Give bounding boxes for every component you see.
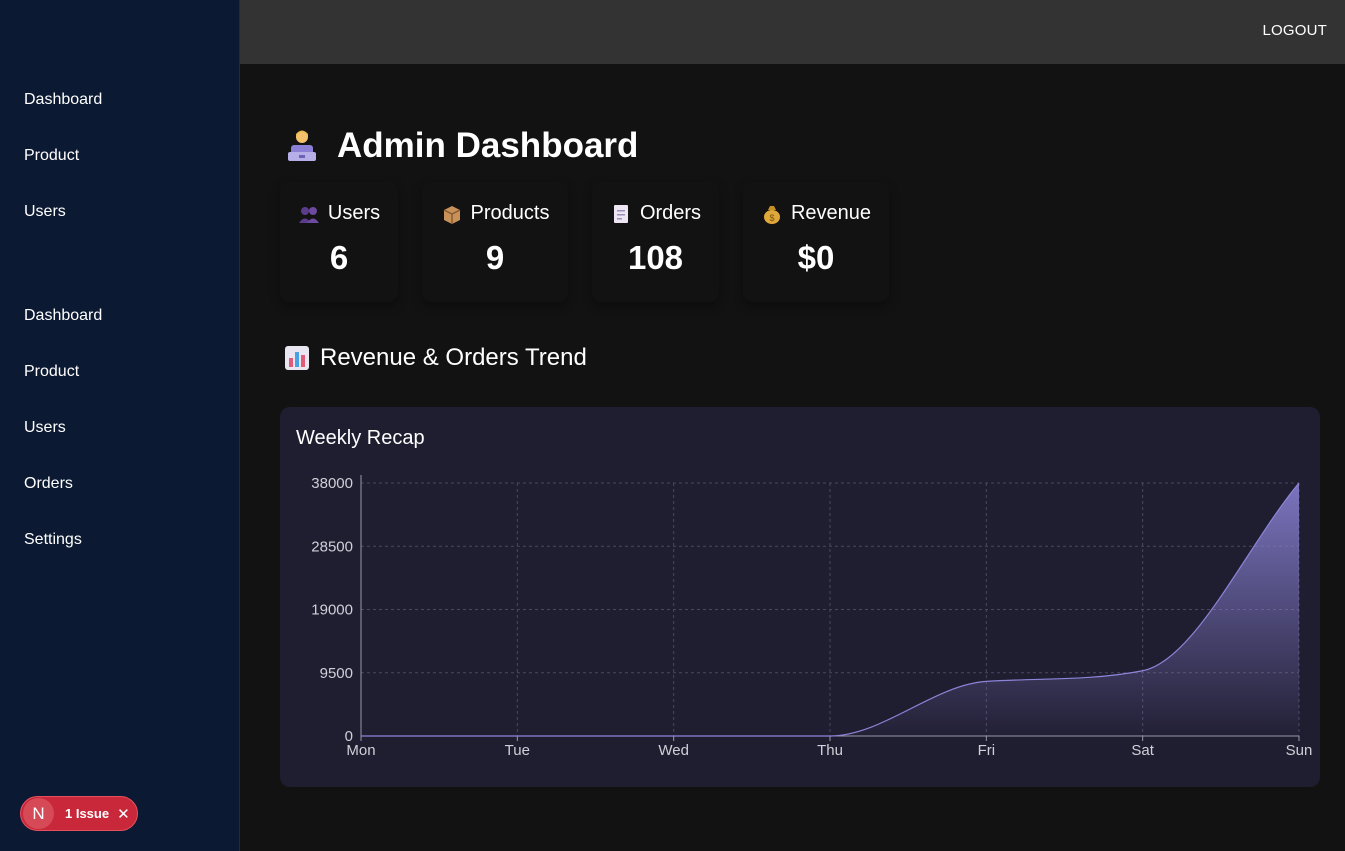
sidebar-item-users[interactable]: Users xyxy=(0,190,239,220)
stat-orders-value: 108 xyxy=(627,239,684,276)
stat-users-value: 6 xyxy=(329,239,349,276)
trend-title-text: Revenue & Orders Trend xyxy=(320,344,587,371)
y-tick-label: 19000 xyxy=(311,602,353,619)
sidebar-item-product[interactable]: Product xyxy=(0,350,239,406)
stat-users-label: Users xyxy=(327,202,381,224)
sidebar-nav-top: Dashboard Product Users xyxy=(0,78,239,220)
x-tick-label: Sat xyxy=(1131,742,1154,759)
trend-section-title: Revenue & Orders Trend xyxy=(284,344,587,372)
y-tick-label: 28500 xyxy=(311,538,353,555)
stat-card-users: Users 6 xyxy=(280,182,398,302)
stat-card-products: Products 9 xyxy=(422,182,568,302)
x-tick-label: Thu xyxy=(817,742,843,759)
sidebar-item-orders[interactable]: Orders xyxy=(0,462,239,518)
svg-text:$: $ xyxy=(769,213,774,223)
issue-badge[interactable]: N 1 Issue ✕ xyxy=(20,796,138,831)
technologist-icon xyxy=(284,128,320,164)
sidebar: Dashboard Product Users Dashboard Produc… xyxy=(0,0,240,851)
x-tick-label: Mon xyxy=(346,742,375,759)
sidebar-item-product[interactable]: Product xyxy=(0,134,239,190)
page-title-text: Admin Dashboard xyxy=(337,126,639,165)
stat-products-value: 9 xyxy=(485,239,505,276)
people-icon xyxy=(298,203,320,225)
receipt-icon xyxy=(610,203,632,225)
bar-chart-icon xyxy=(284,345,310,371)
stat-revenue-label: Revenue xyxy=(790,202,872,224)
main-content: Admin Dashboard Users 6 Products 9 Order… xyxy=(240,64,1345,851)
sidebar-item-users[interactable]: Users xyxy=(0,406,239,462)
package-icon xyxy=(441,203,463,225)
sidebar-nav-bottom: Dashboard Product Users Orders Settings xyxy=(0,294,239,574)
sidebar-item-dashboard[interactable]: Dashboard xyxy=(0,294,239,350)
weekly-area-chart: 09500190002850038000Mon Tue Wed Thu Fri Sat Su… xyxy=(311,475,1313,759)
logout-button[interactable]: LOGOUT xyxy=(1262,22,1327,39)
x-tick-label: Tue xyxy=(505,742,530,759)
stat-card-orders: Orders 108 xyxy=(592,182,719,302)
stat-revenue-value: $0 xyxy=(797,239,835,276)
next-logo-icon: N xyxy=(23,798,54,829)
x-tick-label: Wed xyxy=(658,742,689,759)
weekly-chart-card: Weekly Recap 0 9500 19000 28500 38000 Mon Tue W… xyxy=(280,407,1320,787)
stat-products-label: Products xyxy=(470,202,550,224)
stat-card-revenue: $ Revenue $0 xyxy=(743,182,889,302)
top-bar: LOGOUT xyxy=(240,0,1345,64)
stat-orders-label: Orders xyxy=(639,202,702,224)
page-title: Admin Dashboard xyxy=(284,126,638,166)
sidebar-item-dashboard[interactable]: Dashboard xyxy=(0,78,239,134)
close-icon[interactable]: ✕ xyxy=(117,805,130,823)
sidebar-item-settings[interactable]: Settings xyxy=(0,518,239,574)
y-tick-label: 38000 xyxy=(311,475,353,492)
issue-count-label[interactable]: 1 Issue xyxy=(65,806,109,821)
y-tick-label: 9500 xyxy=(320,665,353,682)
money-bag-icon: $ xyxy=(761,203,783,225)
x-tick-label: Sun xyxy=(1286,742,1313,759)
x-tick-label: Fri xyxy=(978,742,996,759)
